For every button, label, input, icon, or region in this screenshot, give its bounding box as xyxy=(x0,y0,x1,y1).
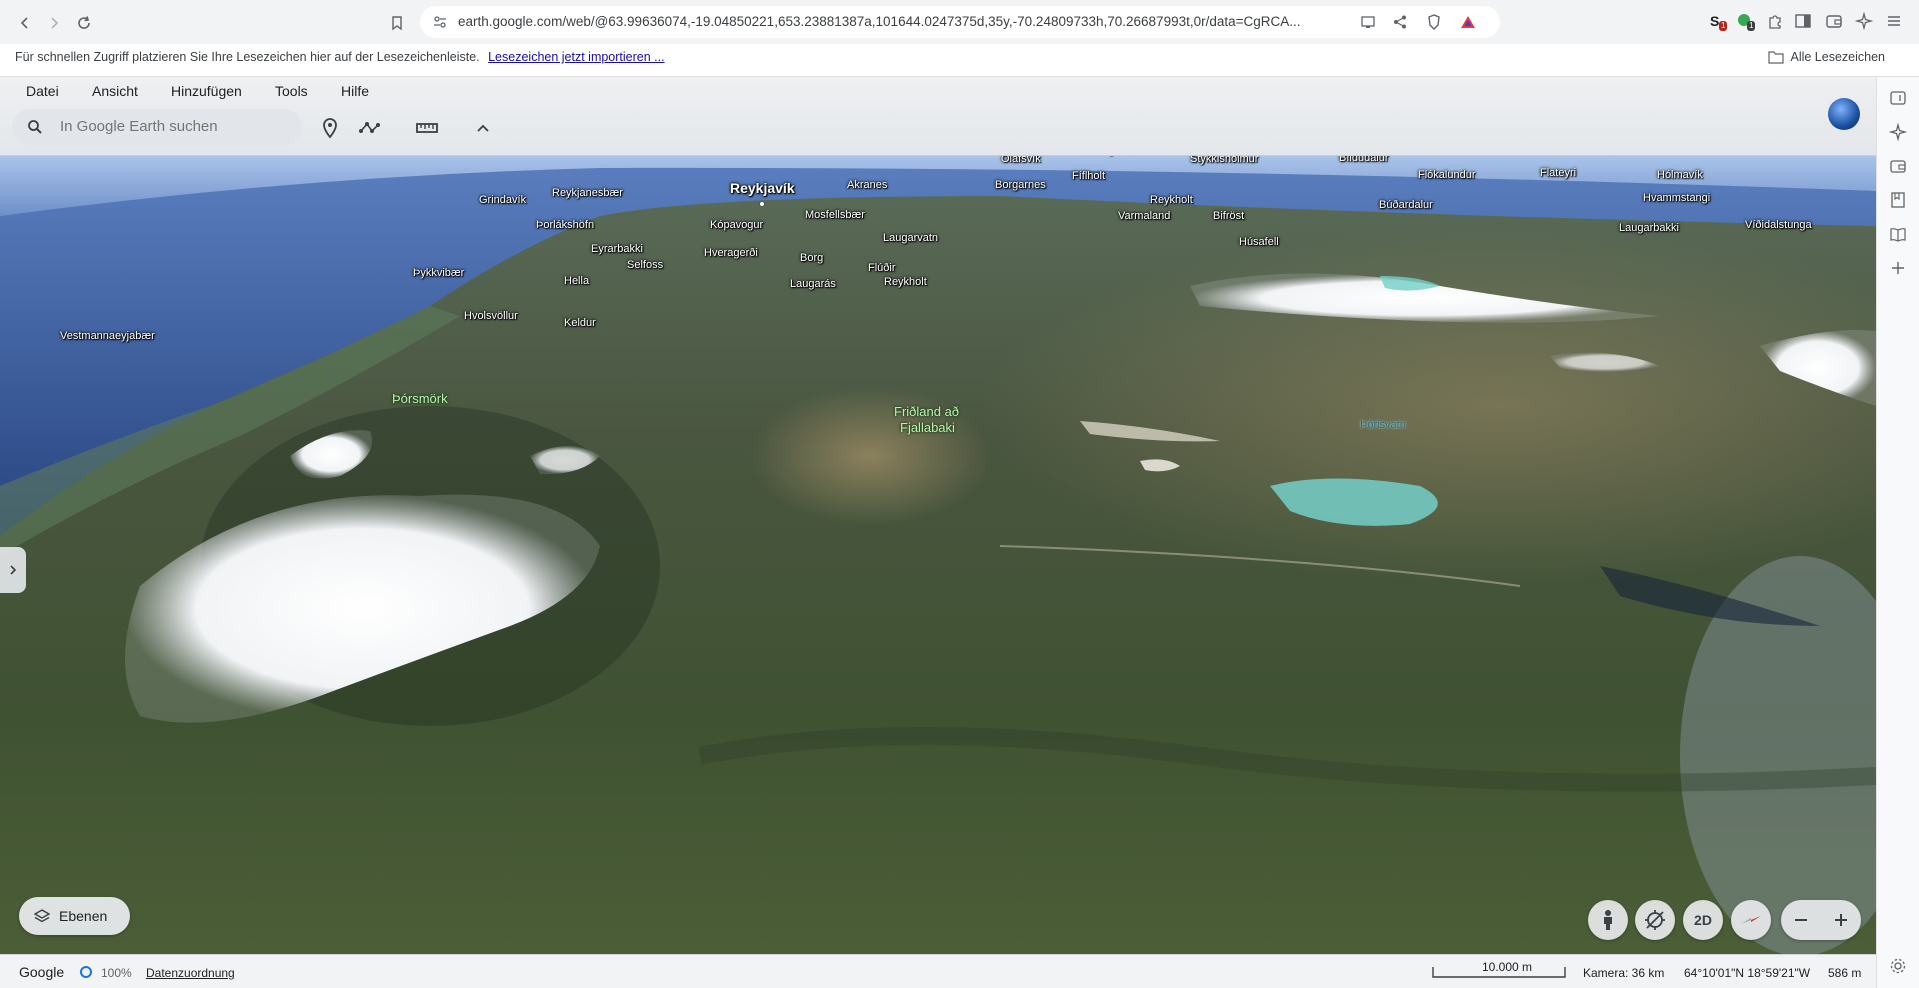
toggle-2d-button[interactable]: 2D xyxy=(1683,900,1723,940)
elevation: 586 m xyxy=(1828,966,1862,980)
extension-badge: 1 xyxy=(1719,21,1728,31)
side-panel-strip xyxy=(1876,77,1919,988)
extension-green-icon[interactable]: 1 xyxy=(1736,12,1756,31)
import-bookmarks-link[interactable]: Lesezeichen jetzt importieren ... xyxy=(488,50,664,64)
plus-icon xyxy=(1835,914,1847,926)
chevron-right-icon xyxy=(10,565,17,575)
reload-button[interactable] xyxy=(71,10,97,36)
all-bookmarks-label: Alle Lesezeichen xyxy=(1790,50,1885,64)
search-icon xyxy=(28,120,42,134)
menu-add[interactable]: Hinzufügen xyxy=(171,83,242,99)
menu-file[interactable]: Datei xyxy=(26,83,59,99)
account-avatar[interactable] xyxy=(1828,98,1860,130)
tilt-reset-icon xyxy=(1645,910,1665,930)
cast-icon[interactable] xyxy=(1360,14,1376,30)
attribution-link[interactable]: Datenzuordnung xyxy=(146,966,235,980)
browser-toolbar: earth.google.com/web/@63.99636074,-19.04… xyxy=(0,0,1919,44)
add-icon[interactable] xyxy=(1889,259,1907,277)
reading-list-icon[interactable] xyxy=(1889,89,1907,107)
zoom-in-button[interactable] xyxy=(1821,900,1861,940)
menu-icon[interactable] xyxy=(1885,12,1903,30)
map-view[interactable] xyxy=(0,156,1876,954)
layers-label: Ebenen xyxy=(59,908,108,924)
placemark-icon[interactable] xyxy=(319,117,341,139)
chevron-up-icon[interactable] xyxy=(472,117,494,139)
extension-s-icon[interactable]: S 1 xyxy=(1708,12,1728,31)
brave-shield-icon[interactable] xyxy=(1426,14,1442,30)
bookmarks-panel-icon[interactable] xyxy=(1889,191,1907,209)
svg-text:S: S xyxy=(1710,13,1719,29)
layers-icon xyxy=(34,909,50,923)
toggle-2d-label: 2D xyxy=(1694,912,1712,928)
ruler-icon[interactable] xyxy=(416,117,438,139)
wallet-icon[interactable] xyxy=(1825,12,1843,30)
all-bookmarks-button[interactable]: Alle Lesezeichen xyxy=(1768,50,1885,64)
back-button[interactable] xyxy=(12,10,38,36)
compass-button[interactable] xyxy=(1731,900,1771,940)
share-icon[interactable] xyxy=(1392,14,1408,30)
bookmarks-hint-text: Für schnellen Zugriff platzieren Sie Ihr… xyxy=(15,50,480,64)
arrow-right-icon xyxy=(51,17,59,29)
bookmark-button[interactable] xyxy=(384,10,410,36)
bookmarks-hint: Für schnellen Zugriff platzieren Sie Ihr… xyxy=(15,50,665,64)
status-bar: Google 100% Datenzuordnung 10.000 m Kame… xyxy=(0,954,1876,988)
minus-icon xyxy=(1795,919,1807,921)
folder-icon xyxy=(1768,51,1785,64)
extension-badge: 1 xyxy=(1747,21,1756,31)
site-settings-icon[interactable] xyxy=(432,14,448,30)
layers-button[interactable]: Ebenen xyxy=(19,897,130,935)
compass-icon xyxy=(1741,916,1761,924)
address-bar[interactable]: earth.google.com/web/@63.99636074,-19.04… xyxy=(420,6,1500,38)
reload-icon xyxy=(78,16,90,29)
pegman-icon xyxy=(1604,910,1612,930)
bookmark-icon xyxy=(392,16,402,31)
settings-gear-icon[interactable] xyxy=(1889,957,1907,975)
google-logo: Google xyxy=(19,964,65,980)
camera-distance: Kamera: 36 km xyxy=(1583,966,1665,980)
reset-tilt-button[interactable] xyxy=(1635,900,1675,940)
forward-button[interactable] xyxy=(41,10,67,36)
loading-percent: 100% xyxy=(101,966,132,980)
street-view-button[interactable] xyxy=(1588,900,1628,940)
loading-ring-icon xyxy=(80,966,92,978)
earth-toolbar: Datei Ansicht Hinzufügen Tools Hilfe xyxy=(0,77,1876,156)
search-input[interactable] xyxy=(58,117,288,136)
coordinates: 64°10'01"N 18°59'21"W xyxy=(1684,966,1811,980)
url-text: earth.google.com/web/@63.99636074,-19.04… xyxy=(458,14,1301,29)
puzzle-icon[interactable] xyxy=(1766,12,1784,30)
zoom-controls xyxy=(1781,900,1861,940)
expand-panel-button[interactable] xyxy=(0,547,26,593)
menu-help[interactable]: Hilfe xyxy=(341,83,369,99)
google-earth-app: Reykjavík Grindavík Reykjanesbær Þorláks… xyxy=(0,77,1876,988)
arrow-left-icon xyxy=(20,17,28,29)
bookmarks-bar: Für schnellen Zugriff platzieren Sie Ihr… xyxy=(0,44,1919,77)
path-icon[interactable] xyxy=(358,117,380,139)
brave-rewards-icon[interactable] xyxy=(1460,14,1476,30)
search-box[interactable] xyxy=(12,109,302,145)
menu-view[interactable]: Ansicht xyxy=(92,83,138,99)
ai-star-icon[interactable] xyxy=(1889,123,1907,141)
wallet-icon[interactable] xyxy=(1889,157,1907,175)
sidebar-toggle-icon[interactable] xyxy=(1794,12,1812,30)
reading-mode-icon[interactable] xyxy=(1889,225,1907,243)
menu-tools[interactable]: Tools xyxy=(275,83,308,99)
scale-label: 10.000 m xyxy=(1482,960,1533,974)
zoom-out-button[interactable] xyxy=(1781,900,1821,940)
leo-ai-icon[interactable] xyxy=(1855,12,1873,30)
